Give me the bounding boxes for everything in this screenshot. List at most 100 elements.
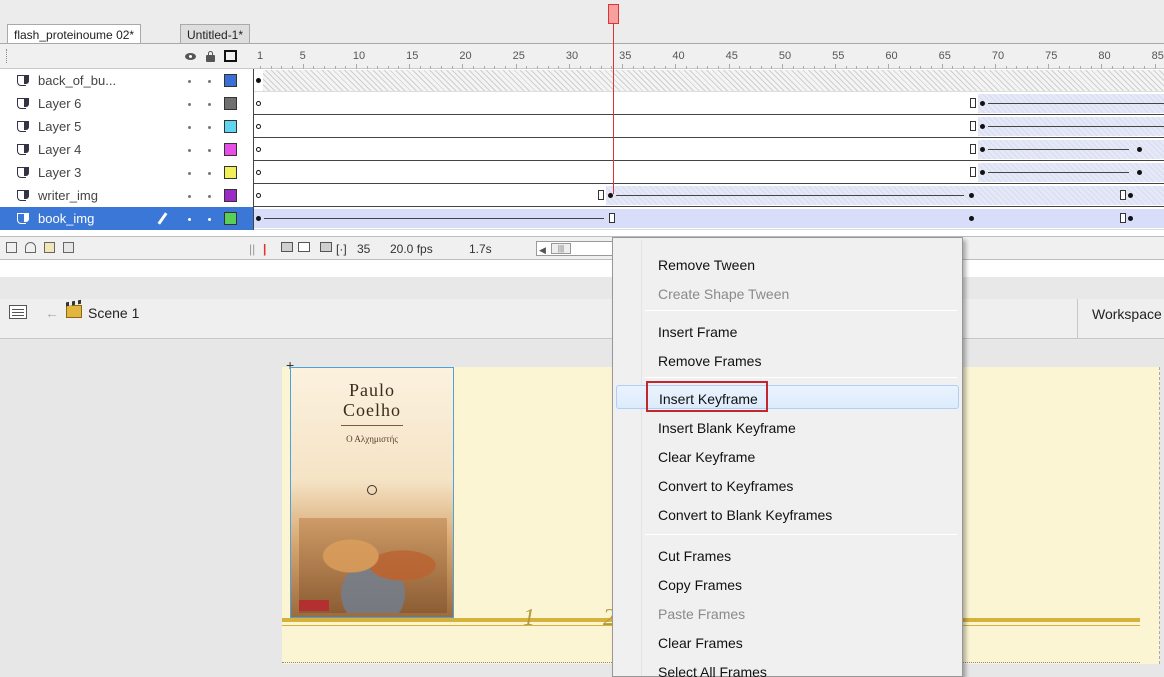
new-folder-icon[interactable]: [44, 242, 55, 253]
onion-skin-icon[interactable]: [281, 242, 293, 252]
delete-layer-icon[interactable]: [63, 242, 74, 253]
tween-arrow: [988, 172, 1129, 173]
eye-toggle-dot[interactable]: [188, 172, 191, 175]
layer-name[interactable]: Layer 6: [38, 96, 81, 111]
layer-outline-color[interactable]: [224, 166, 237, 179]
layer-outline-color[interactable]: [224, 120, 237, 133]
menu-item-remove-tween[interactable]: Remove Tween: [616, 252, 959, 276]
transform-point-icon[interactable]: [367, 485, 377, 495]
menu-item-remove-frames[interactable]: Remove Frames: [616, 348, 959, 372]
lock-toggle-dot[interactable]: [208, 126, 211, 129]
frame-strip[interactable]: [253, 92, 1164, 115]
blank-keyframe: [256, 124, 261, 129]
layer-name-cell[interactable]: back_of_bu...: [0, 69, 253, 92]
frame-strip[interactable]: [253, 69, 1164, 92]
menu-item-insert-frame[interactable]: Insert Frame: [616, 319, 959, 343]
back-arrow-icon[interactable]: ←: [45, 305, 59, 321]
eye-toggle-dot[interactable]: [188, 218, 191, 221]
scene-icon: [66, 305, 82, 318]
layer-name[interactable]: Layer 3: [38, 165, 81, 180]
menu-item-convert-to-blank-keyframes[interactable]: Convert to Blank Keyframes: [616, 502, 959, 526]
layer-row[interactable]: writer_img: [0, 184, 1164, 207]
lock-toggle-dot[interactable]: [208, 218, 211, 221]
frame-strip[interactable]: [253, 161, 1164, 184]
layer-name[interactable]: book_img: [38, 211, 94, 226]
layer-row[interactable]: book_img: [0, 207, 1164, 230]
keyframe: [1137, 147, 1142, 152]
layer-name-cell[interactable]: Layer 4: [0, 138, 253, 161]
layer-outline-color[interactable]: [224, 212, 237, 225]
layer-name-cell[interactable]: writer_img: [0, 184, 253, 207]
doc-tab-untitled[interactable]: Untitled-1*: [180, 24, 251, 44]
menu-item-copy-frames[interactable]: Copy Frames: [616, 572, 959, 596]
eye-icon[interactable]: [185, 51, 196, 62]
ruler-number: 35: [619, 50, 632, 62]
onion-skin-outlines-icon[interactable]: [298, 242, 310, 252]
layer-name[interactable]: Layer 5: [38, 119, 81, 134]
motion-guide-icon[interactable]: [25, 242, 36, 253]
lock-toggle-dot[interactable]: [208, 103, 211, 106]
edit-multiple-frames-icon[interactable]: [320, 242, 332, 252]
end-frame: [970, 167, 976, 177]
timeline-scrollbar[interactable]: ◀ |||: [536, 241, 616, 256]
book-illustration: [299, 518, 447, 613]
menu-item-insert-blank-keyframe[interactable]: Insert Blank Keyframe: [616, 415, 959, 439]
menu-item-select-all-frames[interactable]: Select All Frames: [616, 659, 959, 677]
eye-toggle-dot[interactable]: [188, 195, 191, 198]
layer-name-cell[interactable]: Layer 3: [0, 161, 253, 184]
frame-rate[interactable]: 20.0 fps: [390, 242, 433, 256]
layer-row[interactable]: Layer 4: [0, 138, 1164, 161]
modify-onion-markers-icon[interactable]: [·]: [336, 242, 347, 256]
ruler-number: 80: [1098, 50, 1111, 62]
workspace-button[interactable]: Workspace: [1077, 299, 1164, 339]
center-frame-icon[interactable]: |: [263, 242, 266, 256]
panel-grip-icon[interactable]: [6, 49, 9, 63]
lock-toggle-dot[interactable]: [208, 195, 211, 198]
new-layer-icon[interactable]: [6, 242, 17, 253]
scene-label[interactable]: Scene 1: [88, 305, 139, 321]
eye-toggle-dot[interactable]: [188, 80, 191, 83]
layer-outline-color[interactable]: [224, 143, 237, 156]
menu-item-convert-to-keyframes[interactable]: Convert to Keyframes: [616, 473, 959, 497]
layer-name-cell[interactable]: book_img: [0, 207, 253, 230]
layer-row[interactable]: Layer 6: [0, 92, 1164, 115]
frame-strip[interactable]: [253, 138, 1164, 161]
outline-icon[interactable]: [224, 50, 237, 62]
lock-icon[interactable]: [205, 51, 216, 62]
scroll-left-icon[interactable]: ◀: [539, 245, 546, 256]
eye-toggle-dot[interactable]: [188, 126, 191, 129]
layer-name[interactable]: writer_img: [38, 188, 98, 203]
eye-toggle-dot[interactable]: [188, 103, 191, 106]
layer-row[interactable]: Layer 5: [0, 115, 1164, 138]
menu-item-clear-keyframe[interactable]: Clear Keyframe: [616, 444, 959, 468]
frame-strip[interactable]: [253, 115, 1164, 138]
current-frame: 35: [357, 242, 371, 256]
book-cover-image[interactable]: Paulo Coelho Ο Αλχημιστής: [290, 367, 454, 618]
book-author-last: Coelho: [343, 400, 401, 420]
frame-strip[interactable]: [253, 207, 1164, 230]
layer-name-cell[interactable]: Layer 6: [0, 92, 253, 115]
layer-name[interactable]: Layer 4: [38, 142, 81, 157]
eye-toggle-dot[interactable]: [188, 149, 191, 152]
layer-row[interactable]: back_of_bu...: [0, 69, 1164, 92]
ruler-number: 55: [832, 50, 845, 62]
timeline-toggle-icon[interactable]: [9, 305, 27, 319]
lock-toggle-dot[interactable]: [208, 149, 211, 152]
layer-row[interactable]: Layer 3: [0, 161, 1164, 184]
menu-item-clear-frames[interactable]: Clear Frames: [616, 630, 959, 654]
scroll-thumb[interactable]: |||: [551, 243, 571, 254]
frame-strip[interactable]: [253, 184, 1164, 207]
selected-frame: [609, 213, 615, 223]
layer-name-cell[interactable]: Layer 5: [0, 115, 253, 138]
menu-item-cut-frames[interactable]: Cut Frames: [616, 543, 959, 567]
layer-name[interactable]: back_of_bu...: [38, 73, 116, 88]
playhead[interactable]: [608, 4, 619, 24]
layer-outline-color[interactable]: [224, 74, 237, 87]
layer-outline-color[interactable]: [224, 189, 237, 202]
layer-icon: [17, 190, 29, 201]
doc-tab-flash-proteinoume[interactable]: flash_proteinoume 02*: [7, 24, 142, 45]
layer-outline-color[interactable]: [224, 97, 237, 110]
frame-ruler[interactable]: 1 5 10 15 20 25 30 35 40 45 50 55 60 65 70 75 80 85: [253, 44, 1164, 69]
lock-toggle-dot[interactable]: [208, 80, 211, 83]
lock-toggle-dot[interactable]: [208, 172, 211, 175]
